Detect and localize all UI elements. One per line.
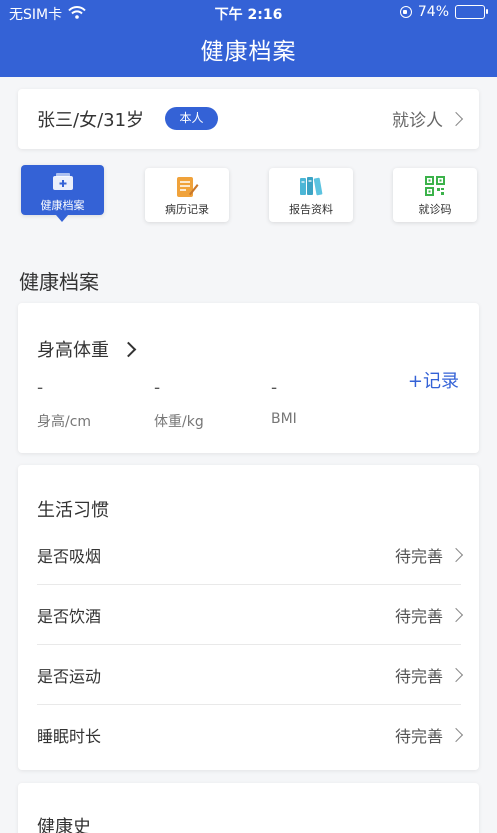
health-history-card[interactable]: 健康史 [18,783,479,833]
page-title: 健康档案 [200,39,297,65]
row-status: 待完善 [394,723,464,747]
metric-value: - [271,378,278,398]
report-books-icon [269,176,353,196]
add-record-button[interactable]: +记录 [408,367,459,393]
section-title: 健康档案 [19,270,99,294]
metric-weight: - 体重/kg [154,378,204,431]
battery-percent: 74% [417,4,449,20]
row-status: 待完善 [394,543,464,567]
tab-label: 就诊码 [418,203,452,216]
chevron-right-icon [448,111,464,126]
lifestyle-row-drinking[interactable]: 是否饮酒 待完善 [37,585,464,645]
lifestyle-row-exercise[interactable]: 是否运动 待完善 [37,645,464,705]
metric-label: BMI [271,411,297,427]
qr-code-icon [393,176,477,196]
chevron-right-icon [448,667,464,682]
chevron-right-icon [120,341,137,357]
metric-height: - 身高/cm [37,378,91,431]
metric-value: - [37,378,44,398]
system-indicators: 74% [399,4,488,20]
orientation-lock-icon [399,6,412,18]
tab-medical-records[interactable]: 病历记录 [145,168,229,222]
lifestyle-row-smoking[interactable]: 是否吸烟 待完善 [37,525,464,585]
height-weight-title-link[interactable]: 身高体重 [37,336,137,362]
metric-bmi: - BMI [271,378,297,427]
row-label: 睡眠时长 [37,727,102,746]
row-label: 是否吸烟 [37,546,102,566]
battery-icon [455,5,488,19]
tab-label: 病历记录 [165,203,209,216]
tab-label: 健康档案 [40,199,85,212]
self-badge: 本人 [165,107,218,130]
chevron-right-icon [448,727,464,743]
app-header: 无SIM卡 下午 2:16 74% 健康档案 [0,0,497,77]
lifestyle-row-sleep[interactable]: 睡眠时长 待完善 [37,705,464,765]
status-bar: 无SIM卡 下午 2:16 74% [0,0,497,26]
tab-health-record[interactable]: 健康档案 [21,165,104,222]
row-status-text: 待完善 [394,666,443,686]
height-weight-card: 身高体重 +记录 - 身高/cm - 体重/kg - BMI [18,303,479,453]
lifestyle-card: 生活习惯 是否吸烟 待完善 是否饮酒 待完善 是否运动 待完善 睡眠时长 待完善 [18,465,479,770]
tab-visit-code[interactable]: 就诊码 [393,168,477,222]
lifestyle-title: 生活习惯 [37,500,109,521]
row-label: 是否饮酒 [37,606,102,626]
row-status-text: 待完善 [394,606,443,626]
row-status: 待完善 [394,663,464,687]
patient-name-info: 张三/女/31岁 [37,110,145,131]
patient-card[interactable]: 张三/女/31岁 本人 就诊人 [18,89,479,149]
chevron-right-icon [448,607,464,622]
health-record-icon [21,173,104,191]
row-status: 待完善 [394,603,464,627]
chevron-right-icon [448,547,464,562]
row-label: 是否运动 [37,666,102,686]
height-weight-title: 身高体重 [37,340,109,361]
health-history-title: 健康史 [37,817,91,833]
row-status-text: 待完善 [394,727,443,746]
medical-record-icon [145,176,229,198]
metric-label: 身高/cm [37,414,92,430]
switch-patient-label: 就诊人 [392,111,443,131]
row-status-text: 待完善 [394,546,443,566]
metric-label: 体重/kg [154,414,204,430]
tab-label: 报告资料 [289,203,333,216]
metric-value: - [154,378,161,398]
switch-patient-link[interactable]: 就诊人 [392,106,464,131]
tab-reports[interactable]: 报告资料 [269,168,353,222]
